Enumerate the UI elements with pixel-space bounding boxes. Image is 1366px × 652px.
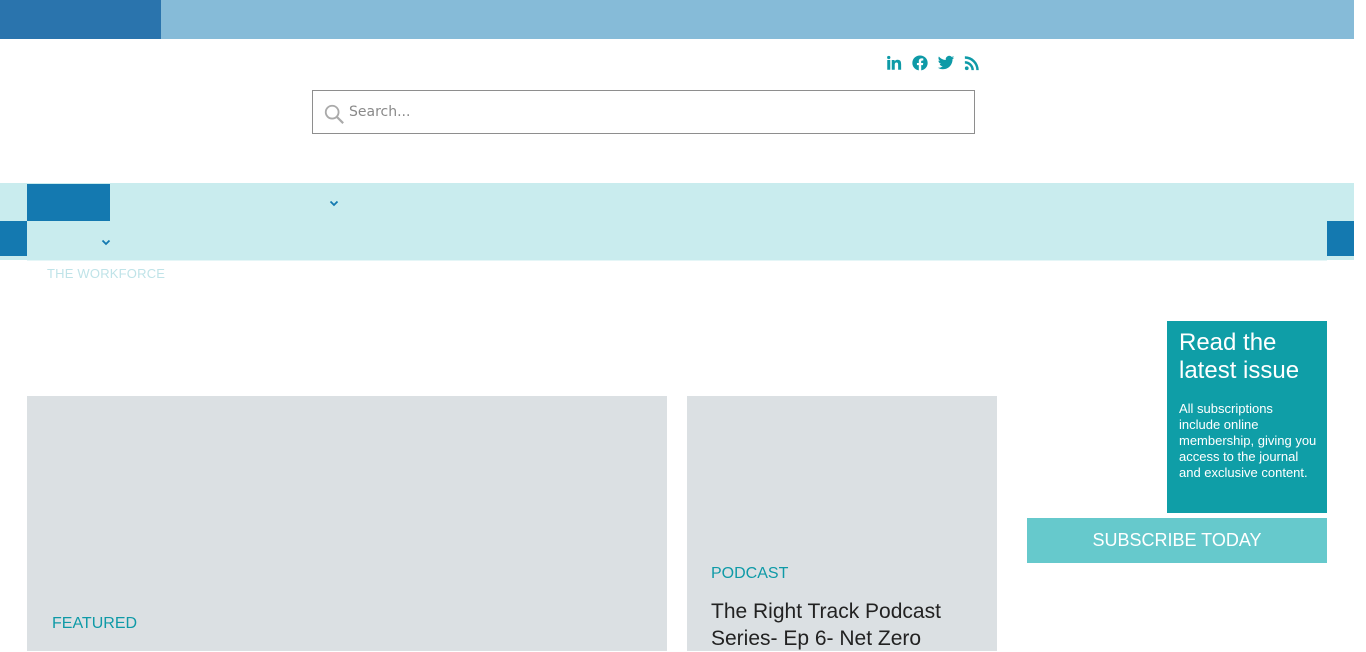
twitter-icon[interactable] <box>936 53 956 73</box>
card-category[interactable]: PODCAST <box>711 565 788 583</box>
featured-card[interactable]: FEATURED <box>27 396 667 651</box>
nav-item-active[interactable] <box>27 184 110 221</box>
latest-issue-promo[interactable]: Read the latest issue All subscriptions … <box>1167 321 1327 513</box>
top-bar <box>0 0 1354 39</box>
promo-title: Read the latest issue <box>1179 329 1300 384</box>
promo-text: All subscriptions include online members… <box>1179 401 1317 480</box>
facebook-icon[interactable] <box>910 53 930 73</box>
main-nav <box>0 183 1354 260</box>
page-edge <box>1354 0 1366 651</box>
chevron-down-icon[interactable] <box>100 235 112 247</box>
chevron-down-icon[interactable] <box>328 196 340 208</box>
nav-item-the-workforce[interactable]: THE WORKFORCE <box>47 266 165 281</box>
nav-right-edge <box>1327 221 1354 256</box>
card-title[interactable]: The Right Track Podcast Series- Ep 6- Ne… <box>711 598 981 652</box>
social-links <box>884 52 982 74</box>
nav-divider <box>27 260 1327 261</box>
nav-left-edge <box>0 221 27 256</box>
search-box <box>312 90 975 134</box>
subscribe-button[interactable]: SUBSCRIBE TODAY <box>1027 518 1327 563</box>
search-icon[interactable] <box>323 103 345 125</box>
top-bar-logo-block[interactable] <box>0 0 161 39</box>
podcast-card[interactable]: PODCAST The Right Track Podcast Series- … <box>687 396 997 651</box>
linkedin-icon[interactable] <box>884 53 904 73</box>
search-input[interactable] <box>347 91 961 133</box>
rss-icon[interactable] <box>962 53 982 73</box>
card-category[interactable]: FEATURED <box>52 615 137 633</box>
